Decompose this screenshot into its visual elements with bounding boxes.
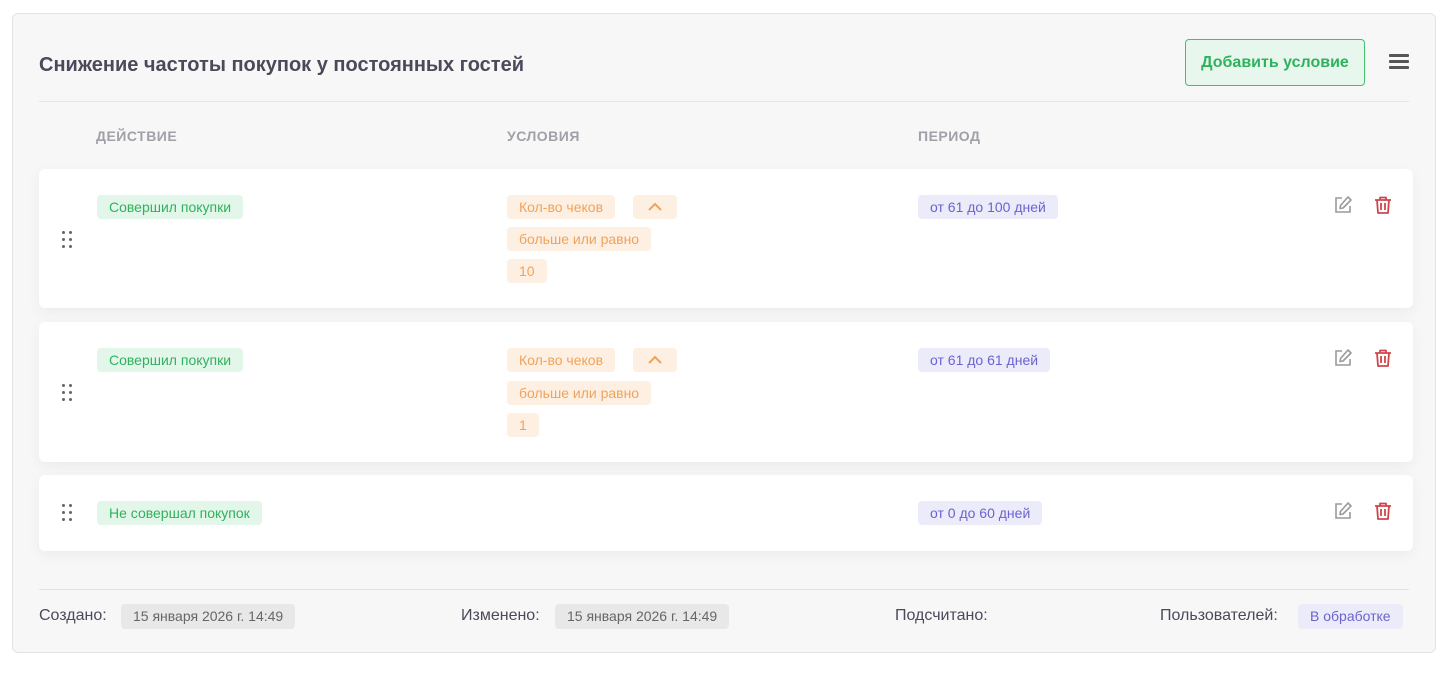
trash-icon[interactable]	[1373, 195, 1393, 215]
created-label: Создано:	[39, 607, 107, 624]
condition-row: Совершил покупки Кол-во чеков больше или…	[39, 169, 1413, 308]
footer-divider	[39, 589, 1409, 590]
condition-field-tag: Кол-во чеков	[507, 195, 616, 219]
drag-handle-icon[interactable]	[62, 384, 74, 402]
add-condition-button[interactable]: Добавить условие	[1185, 39, 1365, 86]
condition-operator-tag: больше или равно	[507, 381, 652, 405]
users-status-badge: В обработке	[1298, 604, 1403, 629]
drag-handle-icon[interactable]	[62, 504, 74, 522]
action-tag: Совершил покупки	[97, 195, 244, 219]
condition-row: Не совершал покупок от 0 до 60 дней	[39, 475, 1413, 551]
trash-icon[interactable]	[1373, 501, 1393, 521]
counted-label: Подсчитано:	[895, 607, 988, 624]
drag-handle-icon[interactable]	[62, 231, 74, 249]
column-header-conditions: УСЛОВИЯ	[507, 128, 580, 144]
edit-icon[interactable]	[1333, 195, 1353, 215]
users-label: Пользователей:	[1160, 607, 1278, 624]
modified-value: 15 января 2026 г. 14:49	[555, 604, 730, 629]
period-tag: от 0 до 60 дней	[918, 501, 1043, 525]
period-tag: от 61 до 61 дней	[918, 348, 1051, 372]
edit-icon[interactable]	[1333, 348, 1353, 368]
modified-label: Изменено:	[461, 607, 540, 624]
condition-row: Совершил покупки Кол-во чеков больше или…	[39, 322, 1413, 462]
action-tag: Не совершал покупок	[97, 501, 262, 525]
created-value: 15 января 2026 г. 14:49	[121, 604, 296, 629]
chevron-up-icon[interactable]	[633, 195, 677, 219]
segment-card: Снижение частоты покупок у постоянных го…	[12, 13, 1436, 653]
action-tag: Совершил покупки	[97, 348, 244, 372]
condition-field-tag: Кол-во чеков	[507, 348, 616, 372]
hamburger-menu-icon[interactable]	[1389, 54, 1409, 70]
card-header: Снижение частоты покупок у постоянных го…	[39, 14, 1409, 102]
condition-operator-tag: больше или равно	[507, 227, 652, 251]
period-tag: от 61 до 100 дней	[918, 195, 1058, 219]
page-title: Снижение частоты покупок у постоянных го…	[39, 54, 525, 76]
condition-value-tag: 1	[507, 413, 539, 437]
condition-value-tag: 10	[507, 259, 547, 283]
trash-icon[interactable]	[1373, 348, 1393, 368]
column-header-action: ДЕЙСТВИЕ	[96, 128, 178, 144]
edit-icon[interactable]	[1333, 501, 1353, 521]
chevron-up-icon[interactable]	[633, 348, 677, 372]
column-header-period: ПЕРИОД	[918, 128, 981, 144]
